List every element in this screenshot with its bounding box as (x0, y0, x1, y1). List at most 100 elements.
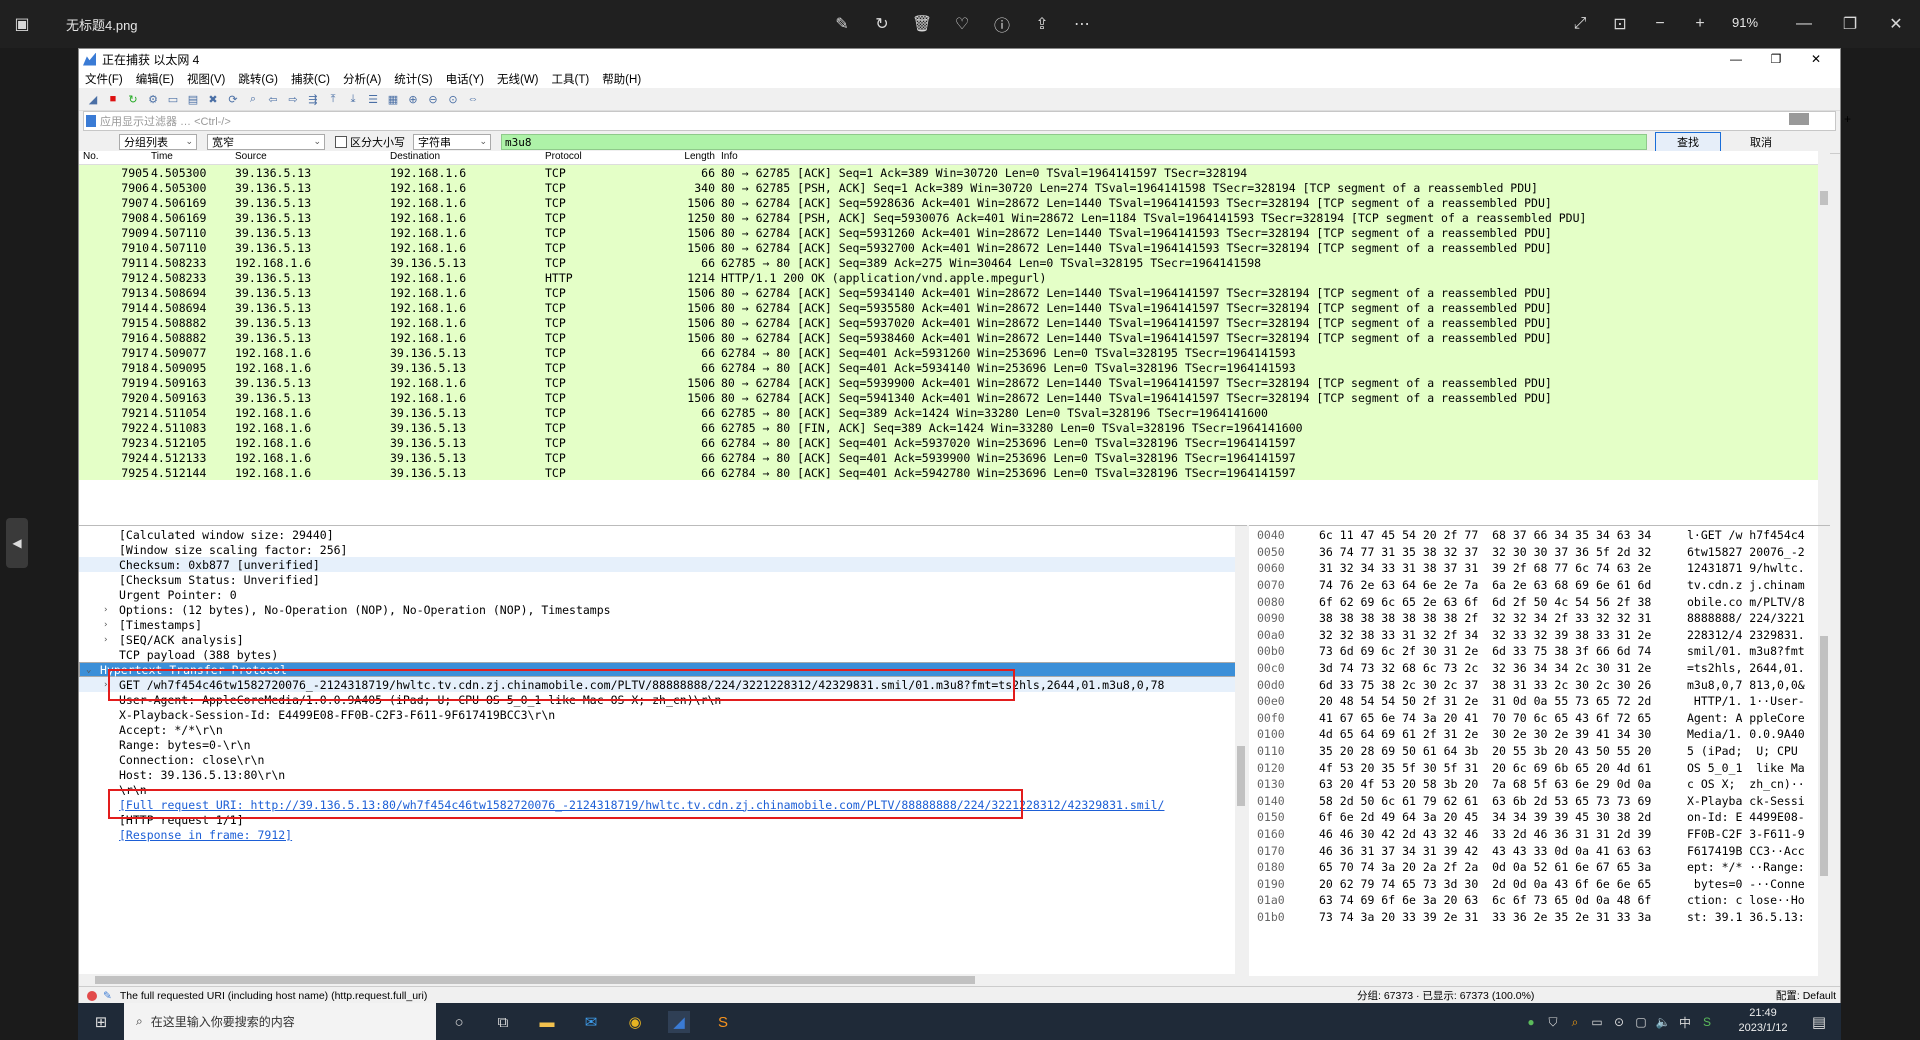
find-input[interactable]: m3u8 (501, 134, 1647, 150)
window-close-icon[interactable]: ✕ (1796, 49, 1836, 69)
detail-tree-item[interactable]: › [SEQ/ACK analysis] (79, 632, 1247, 647)
edit-image-icon[interactable]: ✎ (830, 12, 854, 36)
packet-row[interactable]: 7906 4.505300 39.136.5.13 192.168.1.6 TCP 340… (79, 180, 1830, 195)
close-icon[interactable]: ✕ (1884, 12, 1908, 36)
packet-row[interactable]: 7917 4.509077 192.168.1.6 39.136.5.13 TCP 66 6… (79, 345, 1830, 360)
menu-item[interactable]: 视图(V) (187, 71, 225, 87)
detail-tree-item[interactable]: Urgent Pointer: 0 (79, 587, 1247, 602)
task-view-icon[interactable]: ⧉ (492, 1011, 514, 1033)
hex-row[interactable]: 0060 31 32 34 33 31 38 37 31 39 2f 68 77 … (1249, 560, 1830, 577)
col-source-header[interactable]: Source (235, 151, 390, 164)
hex-row[interactable]: 00c0 3d 74 73 32 68 6c 73 2c 32 36 34 34 … (1249, 660, 1830, 677)
start-capture-icon[interactable]: ◢ (85, 91, 101, 107)
expert-info-icon[interactable] (87, 990, 97, 1001)
menu-item[interactable]: 统计(S) (394, 71, 432, 87)
tray-network-icon[interactable]: ⊙ (1608, 1011, 1630, 1033)
tray-monitor-icon[interactable]: ▢ (1630, 1011, 1652, 1033)
packet-row[interactable]: 7923 4.512105 192.168.1.6 39.136.5.13 TCP 66 6… (79, 435, 1830, 450)
packet-row[interactable]: 7918 4.509095 192.168.1.6 39.136.5.13 TCP 66 6… (79, 360, 1830, 375)
hex-row[interactable]: 0070 74 76 2e 63 64 6e 2e 7a 6a 2e 63 68 … (1249, 577, 1830, 594)
expanded-arrow-icon[interactable]: ⌄ (86, 665, 91, 675)
packet-row[interactable]: 7920 4.509163 39.136.5.13 192.168.1.6 TCP 150… (79, 390, 1830, 405)
hex-row[interactable]: 00e0 20 48 54 54 50 2f 31 2e 31 0d 0a 55 … (1249, 693, 1830, 710)
cancel-find-button[interactable]: 取消 (1729, 133, 1793, 151)
rotate-icon[interactable]: ↻ (870, 12, 894, 36)
save-file-icon[interactable]: ▤ (185, 91, 201, 107)
hex-row[interactable]: 0100 4d 65 64 69 61 2f 31 2e 30 2e 30 2e … (1249, 726, 1830, 743)
apply-filter-arrow-icon[interactable] (1789, 113, 1809, 125)
hex-row[interactable]: 0150 6f 6e 2d 49 64 3a 20 45 34 34 39 39 … (1249, 809, 1830, 826)
hex-row[interactable]: 0180 65 70 74 3a 20 2a 2f 2a 0d 0a 52 61 … (1249, 859, 1830, 876)
packet-row[interactable]: 7921 4.511054 192.168.1.6 39.136.5.13 TCP 66 6… (79, 405, 1830, 420)
find-packet-icon[interactable]: ⌕ (245, 91, 261, 107)
packet-row[interactable]: 7907 4.506169 39.136.5.13 192.168.1.6 TCP 150… (79, 195, 1830, 210)
normal-size-icon[interactable]: ⊙ (445, 91, 461, 107)
go-first-icon[interactable]: ⤒ (325, 91, 341, 107)
scroll-thumb[interactable] (1820, 191, 1828, 205)
tray-search-icon[interactable]: ⌕ (1564, 1011, 1586, 1033)
menu-item[interactable]: 电话(Y) (446, 71, 484, 87)
window-restore-icon[interactable]: ❐ (1756, 49, 1796, 69)
hex-row[interactable]: 0120 4f 53 20 35 5f 30 5f 31 20 6c 69 6b … (1249, 759, 1830, 776)
add-filter-button-icon[interactable]: + (1844, 112, 1851, 126)
tray-app-icon[interactable]: ● (1520, 1011, 1542, 1033)
search-type-select[interactable]: 字符串 ⌄ (413, 134, 491, 150)
detail-tree-item[interactable]: Host: 39.136.5.13:80\r\n (79, 767, 1247, 782)
zoom-in-icon[interactable]: + (1688, 12, 1712, 36)
packet-row[interactable]: 7909 4.507110 39.136.5.13 192.168.1.6 TCP 150… (79, 225, 1830, 240)
fullscreen-icon[interactable]: ⤢ (1568, 12, 1592, 36)
display-filter-bar[interactable]: 应用显示过滤器 … <Ctrl-/> + (83, 111, 1851, 131)
taskbar-search-box[interactable]: ⌕ 在这里输入你要搜索的内容 (124, 1003, 436, 1040)
reload-icon[interactable]: ⟳ (225, 91, 241, 107)
detail-tree-item[interactable]: › [Timestamps] (79, 617, 1247, 632)
find-scope-select[interactable]: 分组列表 ⌄ (119, 134, 197, 150)
menu-item[interactable]: 无线(W) (497, 71, 539, 87)
zoom-in-text-icon[interactable]: ⊕ (405, 91, 421, 107)
packet-bytes-pane[interactable]: 0040 6c 11 47 45 54 20 2f 77 68 37 66 34 … (1249, 525, 1830, 976)
packet-row[interactable]: 7912 4.508233 39.136.5.13 192.168.1.6 HTTP 12… (79, 270, 1830, 285)
minimize-icon[interactable]: — (1792, 12, 1816, 36)
detail-tree-item[interactable]: › Options: (12 bytes), No-Operation (NOP)… (79, 602, 1247, 617)
menu-item[interactable]: 工具(T) (552, 71, 590, 87)
wireshark-taskbar-icon[interactable]: ◢ (668, 1011, 690, 1033)
capture-options-icon[interactable]: ⚙ (145, 91, 161, 107)
packet-row[interactable]: 7905 4.505300 39.136.5.13 192.168.1.6 TCP 66 8… (79, 165, 1830, 180)
menu-item[interactable]: 分析(A) (343, 71, 381, 87)
hex-row[interactable]: 0110 35 20 28 69 50 61 64 3b 20 55 3b 20 … (1249, 743, 1830, 760)
sublime-text-icon[interactable]: S (712, 1011, 734, 1033)
hex-row[interactable]: 0050 36 74 77 31 35 38 32 37 32 30 30 37 … (1249, 544, 1830, 561)
scroll-thumb[interactable] (95, 976, 975, 984)
checkbox-box[interactable] (335, 136, 347, 148)
close-file-icon[interactable]: ✖ (205, 91, 221, 107)
previous-image-arrow[interactable]: ◀ (6, 518, 28, 568)
hex-row[interactable]: 01b0 73 74 3a 20 33 39 2e 31 33 36 2e 35 … (1249, 909, 1830, 926)
more-icon[interactable]: ⋯ (1070, 12, 1094, 36)
detail-tree-item[interactable]: X-Playback-Session-Id: E4499E08-FF0B-C2F… (79, 707, 1247, 722)
hex-row[interactable]: 0170 46 36 31 37 34 31 39 42 43 43 33 0d … (1249, 842, 1830, 859)
col-length-header[interactable]: Length (655, 151, 715, 164)
colorize-icon[interactable]: ▦ (385, 91, 401, 107)
menu-item[interactable]: 文件(F) (85, 71, 123, 87)
chrome-icon[interactable]: ◉ (624, 1011, 646, 1033)
col-destination-header[interactable]: Destination (390, 151, 545, 164)
cortana-icon[interactable]: ○ (448, 1011, 470, 1033)
go-last-icon[interactable]: ⤓ (345, 91, 361, 107)
detail-tree-item[interactable]: [Window size scaling factor: 256] (79, 542, 1247, 557)
windows-start-icon[interactable]: ⊞ (90, 1011, 112, 1033)
packet-row[interactable]: 7919 4.509163 39.136.5.13 192.168.1.6 TCP 150… (79, 375, 1830, 390)
scroll-thumb[interactable] (1820, 636, 1828, 876)
col-time-header[interactable]: Time (149, 151, 235, 164)
go-forward-icon[interactable]: ⇨ (285, 91, 301, 107)
bookmark-icon[interactable] (86, 115, 96, 127)
packet-row[interactable]: 7911 4.508233 192.168.1.6 39.136.5.13 TCP 66 6… (79, 255, 1830, 270)
window-minimize-icon[interactable]: — (1716, 49, 1756, 69)
detail-tree-item[interactable]: Range: bytes=0-\r\n (79, 737, 1247, 752)
packet-row[interactable]: 7915 4.508882 39.136.5.13 192.168.1.6 TCP 150… (79, 315, 1830, 330)
col-info-header[interactable]: Info (715, 151, 738, 164)
packet-details-pane[interactable]: [Calculated window size: 29440] [Window s… (79, 525, 1247, 976)
packet-row[interactable]: 7908 4.506169 39.136.5.13 192.168.1.6 TCP 125… (79, 210, 1830, 225)
actual-size-icon[interactable]: ⊡ (1608, 12, 1632, 36)
detail-tree-item[interactable]: Checksum: 0xb877 [unverified] (79, 557, 1247, 572)
edit-comment-icon[interactable]: ✎ (103, 990, 112, 1002)
delete-icon[interactable]: 🗑 (910, 12, 934, 36)
